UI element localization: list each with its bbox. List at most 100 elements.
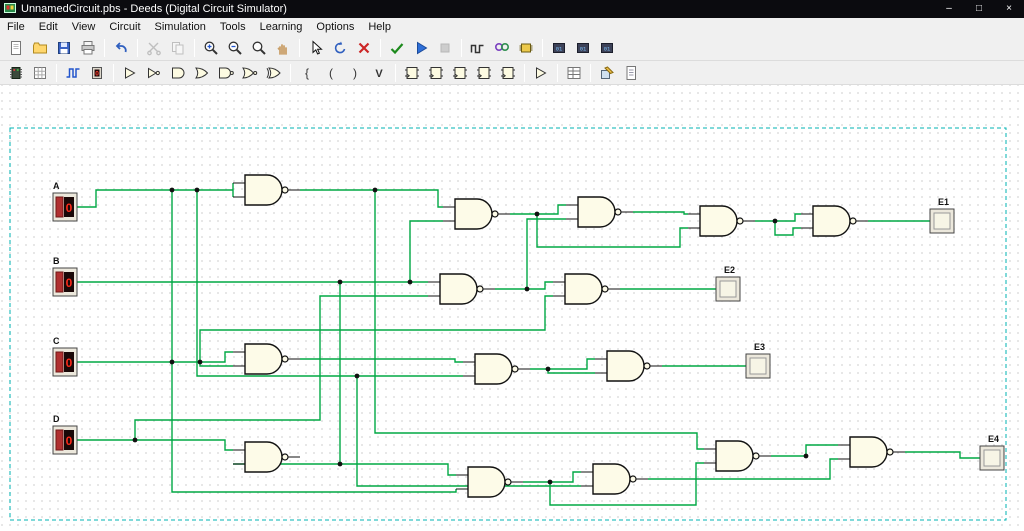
and-gate-tool-button[interactable] [167, 62, 189, 84]
nand-gate[interactable] [581, 464, 648, 494]
memory-tool-3-button[interactable]: 01 [596, 37, 618, 59]
wire[interactable] [77, 352, 233, 362]
wire[interactable] [410, 221, 443, 282]
switch-lever[interactable] [56, 430, 63, 450]
cut-button[interactable] [143, 37, 165, 59]
nand-gate[interactable] [688, 206, 755, 236]
bus-tool-1-button[interactable]: ( [320, 62, 342, 84]
switch-lever[interactable] [56, 352, 63, 372]
zoom-out-button[interactable] [224, 37, 246, 59]
timing-diagram-button[interactable] [467, 37, 489, 59]
tristate-tool-button[interactable]: { [296, 62, 318, 84]
wire[interactable] [530, 359, 595, 369]
zoom-window-button[interactable] [248, 37, 270, 59]
zoom-in-button[interactable] [200, 37, 222, 59]
nand-gate[interactable] [801, 206, 868, 236]
menu-item-learning[interactable]: Learning [253, 20, 310, 34]
wire[interactable] [135, 296, 428, 440]
or-gate-tool-button[interactable] [191, 62, 213, 84]
maximize-button[interactable]: □ [964, 0, 994, 18]
delay-tool-button[interactable] [530, 62, 552, 84]
nand-gate[interactable] [233, 175, 300, 205]
flipflop-tool-2-button[interactable] [425, 62, 447, 84]
output-display-E3[interactable]: E3 [746, 342, 770, 378]
menu-item-file[interactable]: File [0, 20, 32, 34]
wire[interactable] [523, 472, 581, 482]
menu-item-simulation[interactable]: Simulation [148, 20, 213, 34]
memory-tool-button[interactable] [497, 62, 519, 84]
input-switch-B[interactable]: B0 [53, 256, 77, 296]
input-switch-A[interactable]: A0 [53, 181, 77, 221]
wire[interactable] [495, 282, 553, 289]
pointer-button[interactable] [305, 37, 327, 59]
xor-gate-tool-button[interactable] [263, 62, 285, 84]
nand-gate[interactable] [838, 437, 905, 467]
nand-gate[interactable] [566, 197, 633, 227]
grid-toggle-button[interactable] [29, 62, 51, 84]
rotate-component-button[interactable] [329, 37, 351, 59]
open-file-button[interactable] [29, 37, 51, 59]
nand-gate[interactable] [463, 354, 530, 384]
copy-button[interactable] [167, 37, 189, 59]
counter-tool-button[interactable] [473, 62, 495, 84]
clock-generator-button[interactable] [62, 62, 84, 84]
sheet-properties-button[interactable] [620, 62, 642, 84]
nand-gate[interactable] [233, 442, 300, 472]
check-circuit-button[interactable] [386, 37, 408, 59]
menu-item-edit[interactable]: Edit [32, 20, 65, 34]
nand-gate[interactable] [443, 199, 510, 229]
circuit-properties-button[interactable] [596, 62, 618, 84]
wire[interactable] [527, 219, 566, 289]
menu-item-options[interactable]: Options [309, 20, 361, 34]
input-switch-tool-button[interactable]: 0 [86, 62, 108, 84]
save-file-button[interactable] [53, 37, 75, 59]
buffer-gate-tool-button[interactable] [119, 62, 141, 84]
menu-item-circuit[interactable]: Circuit [102, 20, 147, 34]
print-button[interactable] [77, 37, 99, 59]
rom-programmer-button[interactable] [515, 37, 537, 59]
nor-gate-tool-button[interactable] [239, 62, 261, 84]
wire[interactable] [375, 190, 704, 449]
switch-lever[interactable] [56, 272, 63, 292]
output-display-E2[interactable]: E2 [716, 265, 740, 301]
memory-tool-1-button[interactable]: 01 [548, 37, 570, 59]
wire[interactable] [77, 190, 233, 207]
nand-gate[interactable] [456, 467, 523, 497]
wire[interactable] [905, 452, 980, 458]
wire[interactable] [755, 214, 801, 221]
ic-component-button[interactable] [5, 62, 27, 84]
switch-lever[interactable] [56, 197, 63, 217]
minimize-button[interactable]: – [934, 0, 964, 18]
nand-gate[interactable] [595, 351, 662, 381]
nand-gate[interactable] [553, 274, 620, 304]
wire[interactable] [172, 190, 456, 492]
wire[interactable] [77, 440, 233, 450]
output-display-E1[interactable]: E1 [930, 197, 954, 233]
nand-gate[interactable] [704, 441, 771, 471]
truth-table-tool-button[interactable] [563, 62, 585, 84]
memory-tool-2-button[interactable]: 01 [572, 37, 594, 59]
wire[interactable] [197, 190, 463, 376]
wire[interactable] [775, 221, 801, 235]
flipflop-tool-1-button[interactable] [401, 62, 423, 84]
wire[interactable] [300, 359, 463, 362]
find-component-button[interactable] [491, 37, 513, 59]
close-button[interactable]: × [994, 0, 1024, 18]
not-gate-tool-button[interactable] [143, 62, 165, 84]
run-simulation-button[interactable] [410, 37, 432, 59]
menu-item-tools[interactable]: Tools [213, 20, 253, 34]
wire[interactable] [633, 212, 688, 214]
wire[interactable] [300, 190, 443, 207]
undo-button[interactable] [110, 37, 132, 59]
nand-gate-tool-button[interactable] [215, 62, 237, 84]
delete-component-button[interactable] [353, 37, 375, 59]
input-switch-D[interactable]: D0 [53, 414, 77, 454]
stop-simulation-button[interactable] [434, 37, 456, 59]
menu-item-help[interactable]: Help [361, 20, 398, 34]
nand-gate[interactable] [233, 344, 300, 374]
bus-tool-2-button[interactable]: ) [344, 62, 366, 84]
power-tool-button[interactable]: V [368, 62, 390, 84]
pan-button[interactable] [272, 37, 294, 59]
menu-item-view[interactable]: View [65, 20, 103, 34]
output-display-E4[interactable]: E4 [980, 434, 1004, 470]
